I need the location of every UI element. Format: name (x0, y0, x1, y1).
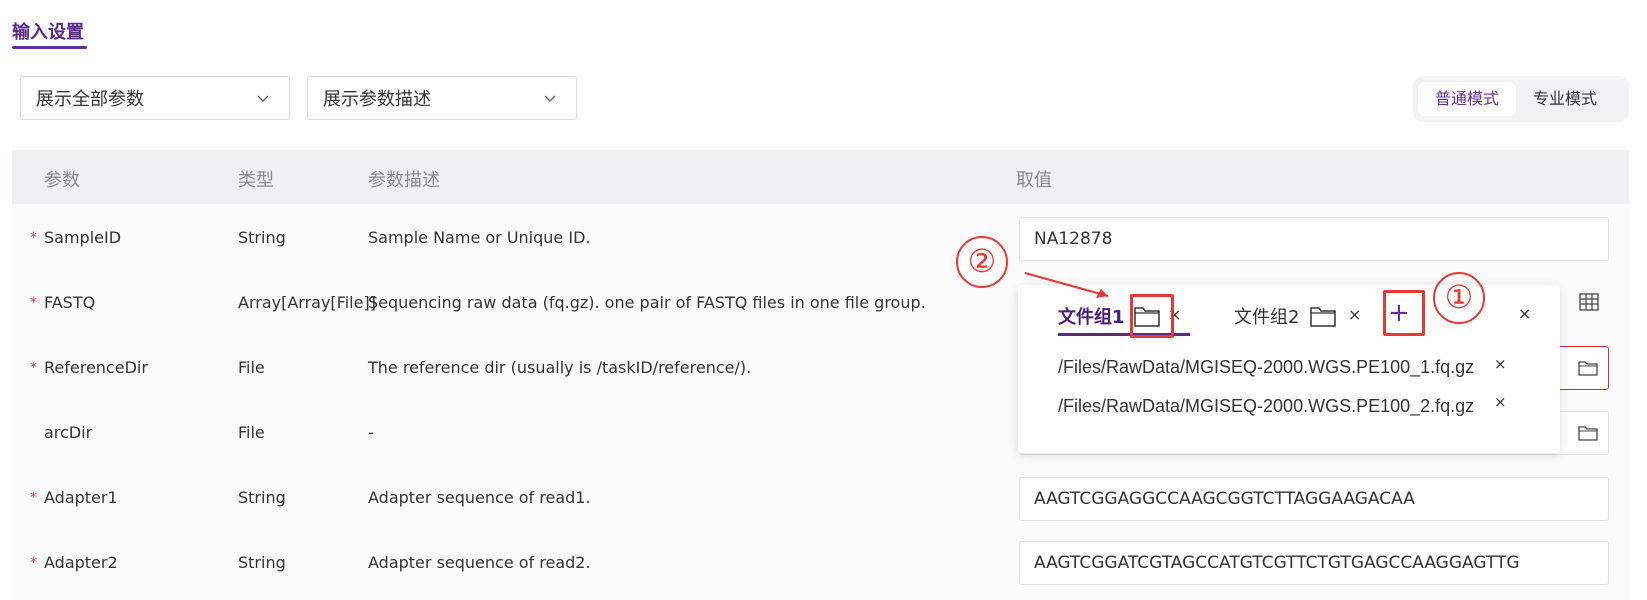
param-type: File (238, 358, 265, 377)
section-title: 输入设置 (12, 22, 84, 43)
file-path: /Files/RawData/MGISEQ-2000.WGS.PE100_2.f… (1058, 396, 1475, 416)
header-value: 取值 (1016, 170, 1052, 191)
header-param: 参数 (44, 170, 80, 191)
table-header: 参数 类型 参数描述 取值 (12, 150, 1629, 204)
folder-icon[interactable] (1578, 424, 1598, 442)
required-mark: * (30, 490, 37, 506)
remove-file-icon[interactable]: × (1494, 393, 1507, 411)
param-name: Adapter2 (44, 553, 118, 572)
table-row: * Adapter2 String Adapter sequence of re… (12, 531, 1629, 596)
required-mark: * (30, 295, 37, 311)
param-desc: Adapter sequence of read1. (368, 488, 591, 507)
param-desc: Sequencing raw data (fq.gz). one pair of… (368, 293, 926, 312)
section-title-underline (12, 46, 87, 49)
required-mark: * (30, 555, 37, 571)
param-type: File (238, 423, 265, 442)
required-mark: * (30, 230, 37, 246)
tab-file-group-2[interactable]: 文件组2 (1234, 303, 1299, 329)
remove-file-icon[interactable]: × (1494, 355, 1507, 373)
param-name: FASTQ (44, 293, 96, 312)
param-name: ReferenceDir (44, 358, 148, 377)
folder-icon[interactable] (1310, 305, 1336, 327)
folder-icon[interactable] (1578, 359, 1598, 377)
expert-mode-button[interactable]: 专业模式 (1516, 82, 1614, 116)
table-row: * Adapter1 String Adapter sequence of re… (12, 466, 1629, 531)
close-popup-icon[interactable]: × (1518, 304, 1531, 323)
param-name: Adapter1 (44, 488, 118, 507)
param-filter-select[interactable]: 展示全部参数 (20, 76, 290, 120)
header-desc: 参数描述 (368, 170, 440, 191)
param-desc: The reference dir (usually is /taskID/re… (368, 358, 752, 377)
table-row: * SampleID String Sample Name or Unique … (12, 206, 1629, 271)
param-name: SampleID (44, 228, 122, 247)
annotation-box-folder (1130, 294, 1174, 338)
annotation-marker-2: ② (956, 236, 1008, 288)
desc-filter-value: 展示参数描述 (323, 89, 431, 110)
desc-filter-select[interactable]: 展示参数描述 (307, 76, 577, 120)
required-mark: * (30, 360, 37, 376)
adapter1-input[interactable]: AAGTCGGAGGCCAAGCGGTCTTAGGAAGACAA (1019, 477, 1609, 521)
param-type: String (238, 553, 286, 572)
adapter2-input[interactable]: AAGTCGGATCGTAGCCATGTCGTTCTGTGAGCCAAGGAGT… (1019, 541, 1609, 585)
param-type: String (238, 488, 286, 507)
annotation-marker-1: ① (1433, 272, 1485, 324)
param-type: Array[Array[File]] (238, 293, 376, 312)
param-type: String (238, 228, 286, 247)
param-desc: Sample Name or Unique ID. (368, 228, 591, 247)
param-filter-value: 展示全部参数 (36, 89, 144, 110)
sample-id-input[interactable]: NA12878 (1019, 217, 1609, 261)
annotation-arrow (1024, 272, 1109, 298)
table-icon[interactable] (1579, 293, 1599, 311)
chevron-down-icon (257, 95, 269, 102)
param-name: arcDir (44, 423, 93, 442)
annotation-box-add (1383, 290, 1425, 336)
mode-toggle: 普通模式 专业模式 (1413, 76, 1629, 122)
chevron-down-icon (544, 95, 556, 102)
param-desc: - (368, 423, 374, 442)
file-path: /Files/RawData/MGISEQ-2000.WGS.PE100_1.f… (1058, 357, 1475, 377)
close-tab2-icon[interactable]: × (1348, 305, 1361, 324)
normal-mode-button[interactable]: 普通模式 (1418, 82, 1517, 116)
param-desc: Adapter sequence of read2. (368, 553, 591, 572)
header-type: 类型 (238, 170, 274, 191)
